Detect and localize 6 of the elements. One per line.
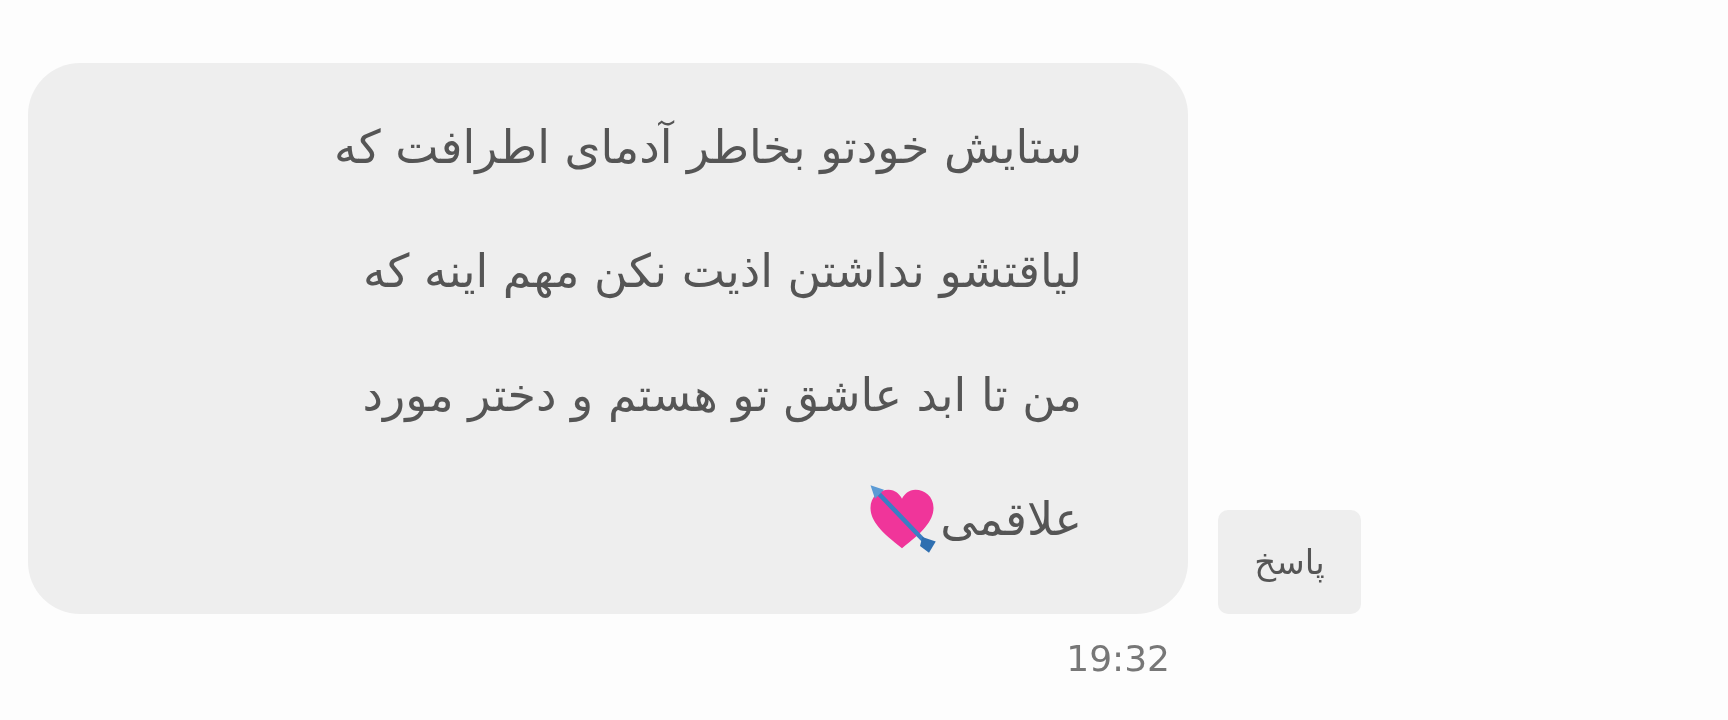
message-time: 19:32	[1066, 638, 1170, 679]
message-line: ستایش خودتو بخاطر آدمای اطرافت که	[334, 120, 1082, 174]
message-line: لیاقتشو نداشتن اذیت نکن مهم اینه که	[362, 244, 1082, 298]
message-line: من تا ابد عاشق تو هستم و دختر مورد	[362, 368, 1082, 422]
reply-button[interactable]: پاسخ	[1218, 510, 1361, 614]
message-line: علاقمی	[940, 492, 1082, 546]
